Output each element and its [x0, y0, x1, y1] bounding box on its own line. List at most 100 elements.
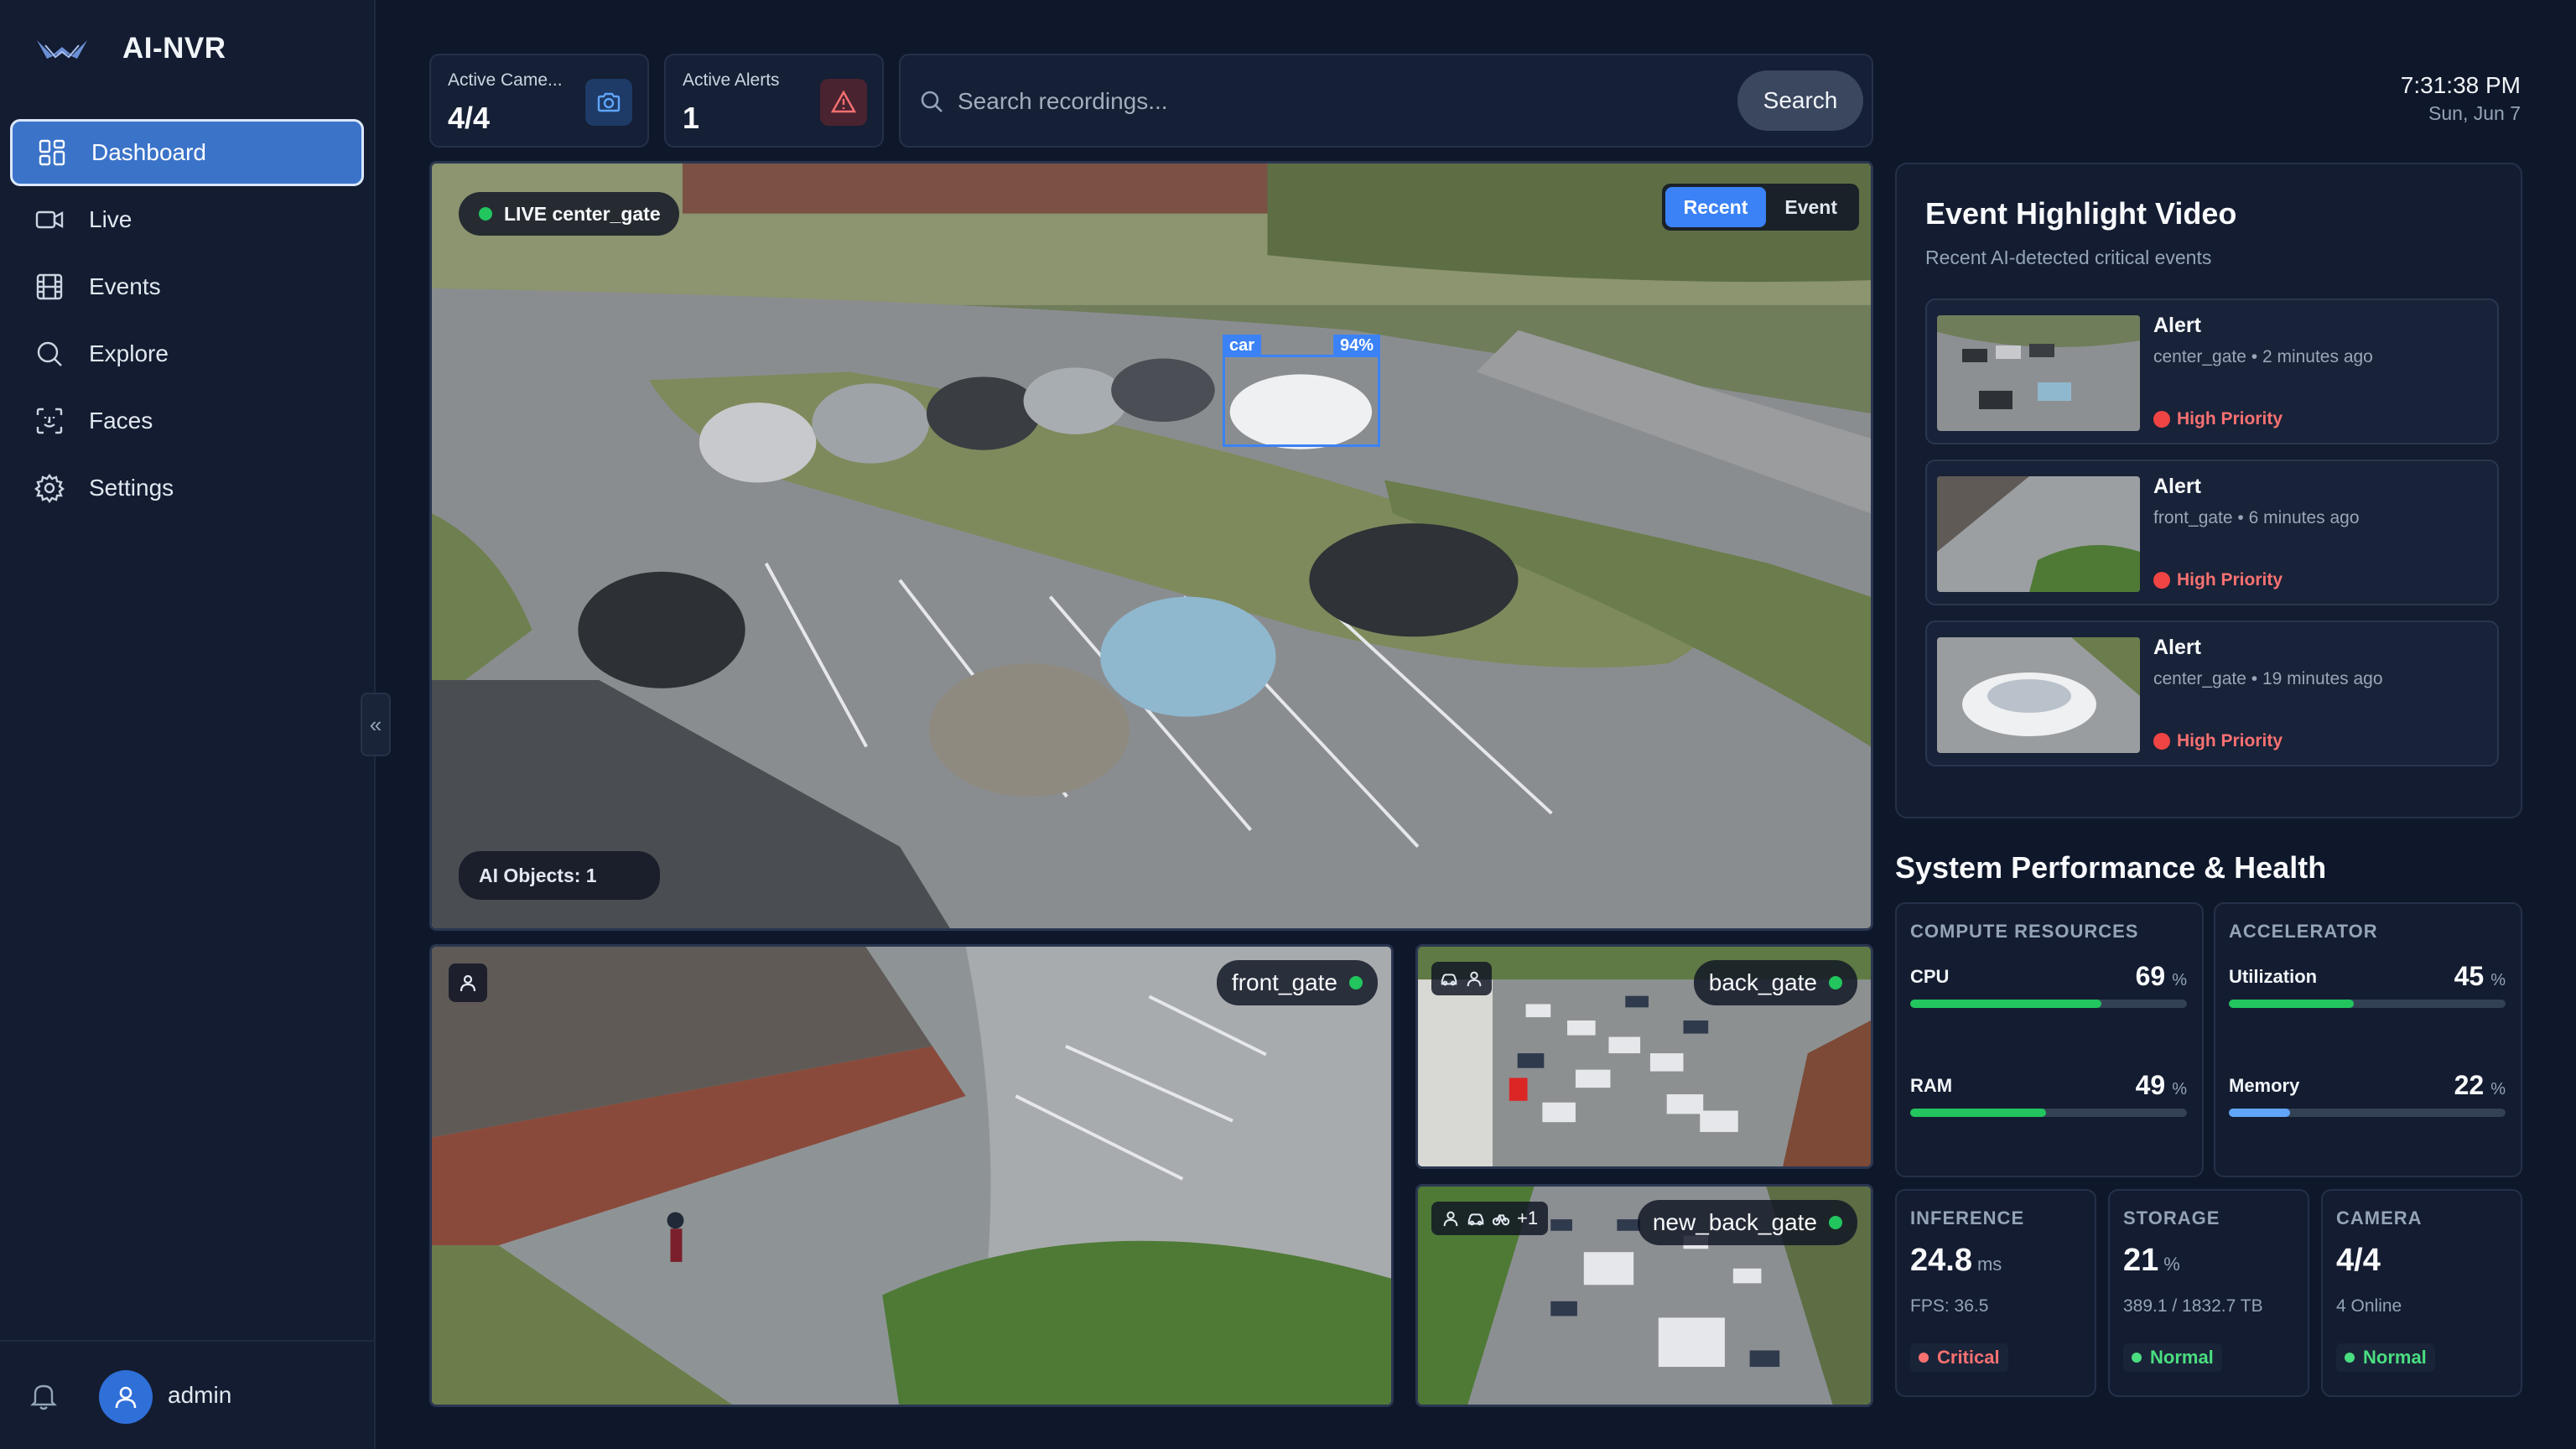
logo-icon	[37, 40, 87, 59]
event-card[interactable]: Alert center_gate • 19 minutes ago High …	[1925, 621, 2499, 766]
event-thumbnail	[1937, 476, 2140, 592]
user-name: admin	[168, 1382, 232, 1408]
inference-fps: FPS: 36.5	[1910, 1296, 1989, 1316]
online-indicator	[1829, 976, 1842, 989]
sidebar-item-label: Dashboard	[91, 139, 206, 165]
camera-name-badge: new_back_gate	[1637, 1200, 1857, 1245]
avatar[interactable]	[99, 1370, 153, 1424]
event-highlight-panel: Event Highlight Video Recent AI-detected…	[1895, 163, 2522, 818]
sidebar-footer: admin	[0, 1340, 374, 1449]
search-button[interactable]: Search	[1737, 70, 1863, 131]
sidebar-item-label: Events	[89, 273, 161, 299]
app-name: AI-NVR	[122, 32, 226, 65]
clock-time: 7:31:38 PM	[2400, 72, 2521, 98]
sidebar-item-dashboard[interactable]: Dashboard	[10, 119, 364, 186]
event-thumbnail-image	[1937, 476, 2140, 592]
inference-value: 24.8 ms	[1910, 1243, 2002, 1278]
camera-icon	[585, 79, 632, 126]
live-indicator	[479, 207, 492, 221]
sidebar-item-label: Live	[89, 206, 132, 232]
back-gate-feed[interactable]: back_gate	[1415, 944, 1873, 1169]
active-alerts-value: 1	[683, 101, 700, 135]
detection-box: car 94%	[1223, 335, 1380, 447]
event-thumbnail	[1937, 315, 2140, 431]
status-badge: Normal	[2336, 1343, 2435, 1372]
camera-name: front_gate	[1231, 969, 1337, 995]
detection-badges	[1431, 962, 1492, 995]
active-cameras-card: Active Came... 4/4	[429, 54, 649, 148]
toggle-recent[interactable]: Recent	[1665, 187, 1767, 227]
search-icon	[917, 87, 946, 116]
priority-badge: High Priority	[2153, 570, 2283, 590]
car-icon	[1467, 1213, 1484, 1226]
sidebar-item-faces[interactable]: Faces	[10, 387, 364, 454]
priority-dot	[2153, 411, 2170, 428]
alert-triangle-icon	[820, 79, 867, 126]
film-icon	[34, 271, 65, 303]
priority-badge: High Priority	[2153, 731, 2283, 751]
memory-value: 22%	[2454, 1070, 2506, 1100]
ram-label: RAM	[1910, 1075, 1953, 1096]
camera-name-badge: front_gate	[1216, 960, 1378, 1005]
sidebar-item-label: Faces	[89, 408, 153, 434]
brand: AI-NVR	[35, 30, 226, 67]
sidebar-item-explore[interactable]: Explore	[10, 320, 364, 387]
car-icon	[1441, 974, 1457, 986]
utilization-value: 45%	[2454, 961, 2506, 991]
panel-subtitle: Recent AI-detected critical events	[1925, 247, 2212, 268]
compute-resources-card: COMPUTE RESOURCES CPU 69% RAM 49%	[1895, 902, 2204, 1177]
performance-title: System Performance & Health	[1895, 850, 2327, 885]
main-camera-feed[interactable]: LIVE center_gate Recent Event car 94% AI…	[429, 161, 1873, 931]
user-icon	[115, 1386, 137, 1409]
camera-name: new_back_gate	[1652, 1209, 1817, 1235]
cpu-bar	[1910, 1000, 2187, 1008]
ram-value: 49%	[2135, 1070, 2187, 1100]
detection-badges: +1	[1431, 1202, 1549, 1235]
face-scan-icon	[34, 405, 65, 437]
status-badge: Critical	[1910, 1343, 2008, 1372]
storage-capacity: 389.1 / 1832.7 TB	[2123, 1296, 2263, 1316]
online-indicator	[1829, 1216, 1842, 1229]
dashboard-icon	[36, 137, 68, 169]
event-card[interactable]: Alert center_gate • 2 minutes ago High P…	[1925, 299, 2499, 444]
inference-card: INFERENCE 24.8 ms FPS: 36.5 Critical	[1895, 1189, 2096, 1397]
new-back-gate-feed[interactable]: +1 new_back_gate	[1415, 1184, 1873, 1407]
collapse-sidebar-button[interactable]: «	[361, 693, 391, 756]
parking-lot-video	[432, 164, 1871, 928]
priority-label: High Priority	[2177, 409, 2283, 428]
sidebar-item-settings[interactable]: Settings	[10, 454, 364, 522]
search-input[interactable]	[958, 79, 1712, 124]
accelerator-card: ACCELERATOR Utilization 45% Memory 22%	[2214, 902, 2522, 1177]
front-gate-feed[interactable]: front_gate	[429, 944, 1394, 1407]
sidebar-item-events[interactable]: Events	[10, 253, 364, 320]
ai-objects-count: AI Objects: 1	[459, 851, 660, 900]
live-label: LIVE center_gate	[504, 202, 661, 225]
view-toggle: Recent Event	[1661, 184, 1859, 231]
online-indicator	[1349, 976, 1363, 989]
cpu-label: CPU	[1910, 966, 1950, 987]
event-meta: center_gate • 19 minutes ago	[2153, 669, 2383, 688]
storage-heading: STORAGE	[2123, 1208, 2220, 1228]
event-thumbnail-image	[1937, 637, 2140, 753]
front-gate-video	[432, 947, 1391, 1405]
utilization-label: Utilization	[2229, 966, 2318, 987]
sidebar-item-live[interactable]: Live	[10, 186, 364, 253]
priority-label: High Priority	[2177, 570, 2283, 589]
detection-confidence: 94%	[1332, 335, 1380, 356]
camera-value: 4/4	[2336, 1243, 2381, 1278]
memory-bar	[2229, 1109, 2506, 1117]
event-type: Alert	[2153, 475, 2201, 498]
event-thumbnail-image	[1937, 315, 2140, 431]
notification-bell-icon[interactable]	[27, 1379, 60, 1412]
sidebar-item-label: Explore	[89, 340, 169, 366]
extra-detections: +1	[1517, 1208, 1539, 1228]
person-icon	[460, 974, 476, 992]
event-type: Alert	[2153, 636, 2201, 659]
camera-card: CAMERA 4/4 4 Online Normal	[2321, 1189, 2522, 1397]
utilization-bar	[2229, 1000, 2506, 1008]
event-card[interactable]: Alert front_gate • 6 minutes ago High Pr…	[1925, 460, 2499, 605]
toggle-event[interactable]: Event	[1766, 187, 1856, 227]
video-icon	[34, 204, 65, 236]
event-meta: center_gate • 2 minutes ago	[2153, 347, 2373, 366]
panel-title: Event Highlight Video	[1925, 196, 2237, 231]
